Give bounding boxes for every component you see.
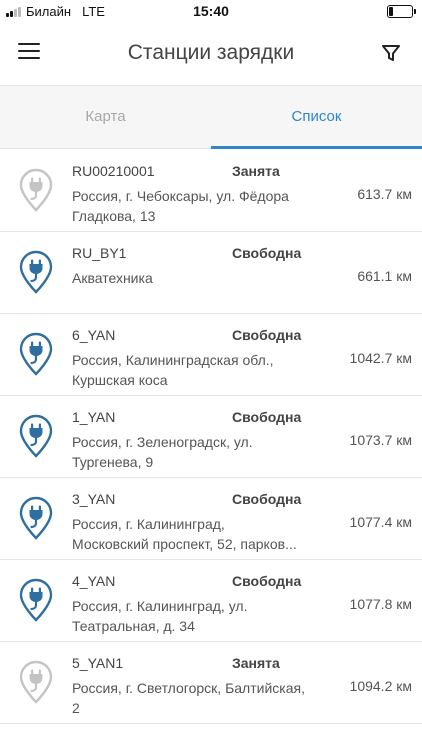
station-row[interactable]: 6_YAN Свободна Россия, Калининградская обл… xyxy=(0,314,422,396)
charging-station-free-icon xyxy=(19,332,53,376)
status-bar: Билайн LTE 15:40 xyxy=(0,0,422,24)
station-address: Россия, г. Чебоксары, ул. Фёдора Гладкова… xyxy=(72,186,338,226)
station-address: Акватехника xyxy=(72,268,338,288)
station-name: 6_YAN xyxy=(72,327,116,343)
station-distance: 1077.8 км xyxy=(349,596,412,612)
station-distance: 1073.7 км xyxy=(349,432,412,448)
station-address: Россия, г. Светлогорск, Балтийская, 2 xyxy=(72,678,338,718)
station-address-line: 2 xyxy=(72,700,80,716)
station-name: RU00210001 xyxy=(72,163,155,179)
charging-station-free-icon xyxy=(19,414,53,458)
station-address-line: Театральная, д. 34 xyxy=(72,618,195,634)
charging-station-free-icon xyxy=(19,578,53,622)
station-row[interactable]: 4_YAN Свободна Россия, г. Калининград, ул.… xyxy=(0,560,422,642)
station-list: RU00210001 Занята Россия, г. Чебоксары, ул… xyxy=(0,150,422,724)
charging-station-busy-icon xyxy=(19,168,53,212)
charging-station-busy-icon xyxy=(19,660,53,704)
filter-funnel-icon[interactable] xyxy=(380,42,402,64)
station-row[interactable]: RU00210001 Занята Россия, г. Чебоксары, ул… xyxy=(0,150,422,232)
station-name: 4_YAN xyxy=(72,573,116,589)
app-header: Станции зарядки xyxy=(0,24,422,84)
tab-map[interactable]: Карта xyxy=(0,86,211,148)
station-address: Россия, г. Калининград, ул. Театральная, … xyxy=(72,596,338,636)
station-address-line: Россия, г. Калининград, xyxy=(72,516,225,532)
station-address-line: Россия, г. Калининград, ул. xyxy=(72,598,248,614)
station-row[interactable]: 1_YAN Свободна Россия, г. Зеленоградск, ул… xyxy=(0,396,422,478)
station-distance: 1077.4 км xyxy=(349,514,412,530)
station-status: Свободна xyxy=(232,327,302,343)
station-name: RU_BY1 xyxy=(72,245,127,261)
page-title: Станции зарядки xyxy=(127,41,295,64)
station-address: Россия, Калининградская обл., Куршская ко… xyxy=(72,350,338,390)
station-status: Свободна xyxy=(232,573,302,589)
station-name: 3_YAN xyxy=(72,491,116,507)
station-address-line: Куршская коса xyxy=(72,372,168,388)
station-address: Россия, г. Зеленоградск, ул. Тургенева, 9 xyxy=(72,432,338,472)
station-address-line: Тургенева, 9 xyxy=(72,454,154,470)
station-distance: 661.1 км xyxy=(357,268,412,284)
station-row[interactable]: RU_BY1 Свободна Акватехника 661.1 км xyxy=(0,232,422,314)
tab-list[interactable]: Список xyxy=(211,86,422,149)
station-row[interactable]: 3_YAN Свободна Россия, г. Калининград, Моск… xyxy=(0,478,422,560)
status-time: 15:40 xyxy=(193,3,229,19)
station-distance: 1094.2 км xyxy=(349,678,412,694)
station-distance: 613.7 км xyxy=(357,186,412,202)
battery-icon xyxy=(387,5,416,18)
station-address-line: Россия, Калининградская обл., xyxy=(72,352,274,368)
station-address-line: Гладкова, 13 xyxy=(72,208,156,224)
station-name: 1_YAN xyxy=(72,409,116,425)
station-address: Россия, г. Калининград, Московский проспе… xyxy=(72,514,338,554)
battery-level xyxy=(389,7,394,16)
station-name: 5_YAN1 xyxy=(72,655,124,671)
station-address-line: Россия, г. Светлогорск, Балтийская, xyxy=(72,680,305,696)
station-distance: 1042.7 км xyxy=(349,350,412,366)
station-address-line: Московский проспект, 52, парков... xyxy=(72,536,297,552)
station-address-line: Акватехника xyxy=(72,270,153,286)
station-status: Свободна xyxy=(232,409,302,425)
station-status: Свободна xyxy=(232,491,302,507)
station-status: Занята xyxy=(232,163,280,179)
view-tabs: Карта Список xyxy=(0,85,422,149)
station-status: Занята xyxy=(232,655,280,671)
station-address-line: Россия, г. Чебоксары, ул. Фёдора xyxy=(72,188,289,204)
charging-station-free-icon xyxy=(19,250,53,294)
station-row[interactable]: 5_YAN1 Занята Россия, г. Светлогорск, Балт… xyxy=(0,642,422,724)
charging-station-free-icon xyxy=(19,496,53,540)
station-status: Свободна xyxy=(232,245,302,261)
station-address-line: Россия, г. Зеленоградск, ул. xyxy=(72,434,253,450)
